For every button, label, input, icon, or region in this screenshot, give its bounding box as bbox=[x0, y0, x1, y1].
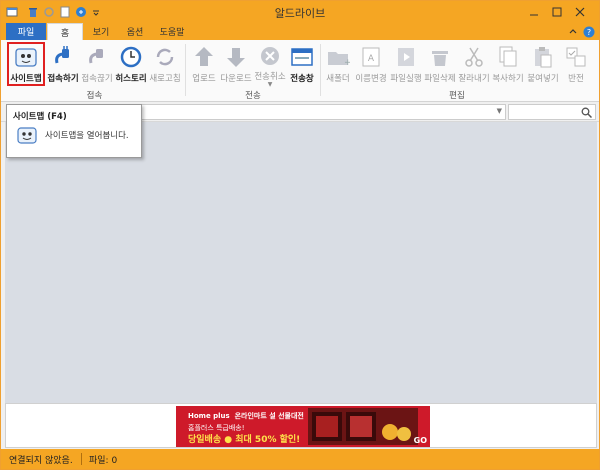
upload-label: 업로드 bbox=[192, 74, 216, 84]
transfer-window-icon bbox=[289, 44, 315, 70]
svg-text:?: ? bbox=[587, 28, 591, 37]
file-list-area[interactable] bbox=[5, 122, 597, 403]
status-separator bbox=[81, 453, 82, 465]
tab-home[interactable]: 홈 bbox=[47, 23, 83, 41]
sitemap-tooltip: 사이트맵 (F4) 사이트맵을 열어봅니다. bbox=[6, 104, 142, 158]
delete-file-label: 파일삭제 bbox=[424, 74, 456, 84]
invert-selection-icon bbox=[563, 44, 589, 70]
new-folder-icon: + bbox=[325, 44, 351, 70]
copy-icon bbox=[495, 44, 521, 70]
maximize-button[interactable] bbox=[546, 3, 568, 20]
group-label-edit: 편집 bbox=[449, 91, 465, 101]
help-icon[interactable]: ? bbox=[583, 26, 595, 38]
plug-connect-icon bbox=[50, 44, 76, 70]
trash-icon bbox=[427, 44, 453, 70]
upload-arrow-icon bbox=[191, 44, 217, 70]
copy-button[interactable]: 복사하기 bbox=[491, 42, 525, 86]
paste-icon bbox=[530, 44, 556, 70]
close-button[interactable] bbox=[569, 3, 591, 20]
disconnect-label: 접속끊기 bbox=[81, 74, 113, 84]
scissors-icon bbox=[461, 44, 487, 70]
window-title: 알드라이브 bbox=[274, 7, 326, 20]
connect-button[interactable]: 접속하기 bbox=[46, 42, 80, 86]
cut-label: 잘라내기 bbox=[458, 74, 490, 84]
refresh-icon bbox=[152, 44, 178, 70]
group-label-transfer: 전송 bbox=[245, 91, 261, 101]
paste-label: 붙여넣기 bbox=[527, 74, 559, 84]
cancel-circle-icon bbox=[257, 44, 283, 68]
title-bar: 알드라이브 bbox=[1, 1, 599, 23]
refresh-button[interactable]: 새로고침 bbox=[148, 42, 182, 86]
history-button[interactable]: 히스토리 bbox=[114, 42, 148, 86]
tooltip-title: 사이트맵 (F4) bbox=[13, 112, 67, 122]
run-file-icon bbox=[393, 44, 419, 70]
status-bar: 연결되지 않았음. 파일: 0 bbox=[1, 449, 599, 469]
transfer-window-label: 전송창 bbox=[290, 74, 314, 84]
new-folder-button[interactable]: + 새폴더 bbox=[323, 42, 353, 86]
new-folder-label: 새폴더 bbox=[326, 74, 350, 84]
sitemap-icon bbox=[17, 126, 37, 146]
disconnect-button[interactable]: 접속끊기 bbox=[80, 42, 114, 86]
paste-button[interactable]: 붙여넣기 bbox=[525, 42, 561, 86]
ribbon-separator bbox=[320, 44, 321, 96]
download-arrow-icon bbox=[223, 44, 249, 70]
invert-selection-label: 반전 bbox=[568, 74, 584, 84]
ad-area: Home plus 온라인마트 설 선물대전 홈플러스 특급배송! 당일배송 ●… bbox=[5, 403, 597, 448]
chevron-down-icon[interactable]: ▼ bbox=[497, 107, 502, 115]
connection-status: 연결되지 않았음. bbox=[9, 456, 73, 466]
collapse-ribbon-icon[interactable] bbox=[567, 26, 579, 38]
search-input[interactable] bbox=[508, 104, 596, 120]
path-input[interactable]: ▼ bbox=[141, 104, 506, 120]
tab-file[interactable]: 파일 bbox=[6, 23, 46, 40]
transfer-window-button[interactable]: 전송창 bbox=[287, 42, 317, 86]
plug-disconnect-icon bbox=[84, 44, 110, 70]
file-count: 파일: 0 bbox=[89, 456, 118, 466]
tab-view[interactable]: 보기 bbox=[83, 23, 119, 40]
group-label-connect: 접속 bbox=[86, 91, 103, 101]
connect-label: 접속하기 bbox=[47, 74, 79, 84]
search-icon[interactable] bbox=[581, 107, 593, 121]
refresh-label: 새로고침 bbox=[149, 74, 181, 84]
minimize-button[interactable] bbox=[523, 3, 545, 20]
chevron-down-icon[interactable]: ▼ bbox=[268, 82, 273, 88]
history-label: 히스토리 bbox=[115, 74, 147, 84]
ribbon-tab-row: 파일 홈 보기 옵션 도움말 ? bbox=[1, 23, 599, 41]
clock-icon bbox=[118, 44, 144, 70]
run-file-label: 파일실행 bbox=[390, 74, 422, 84]
app-window: 알드라이브 파일 홈 보기 옵션 도움말 ? 사이트맵 접속하기 접속끊기 히스… bbox=[0, 0, 600, 470]
ribbon-separator bbox=[185, 44, 186, 96]
sitemap-button[interactable]: 사이트맵 bbox=[7, 42, 45, 86]
ad-product-image bbox=[308, 408, 418, 445]
upload-button[interactable]: 업로드 bbox=[189, 42, 219, 86]
delete-file-button[interactable]: 파일삭제 bbox=[423, 42, 457, 86]
copy-label: 복사하기 bbox=[492, 74, 524, 84]
download-label: 다운로드 bbox=[220, 74, 252, 84]
rename-icon: A bbox=[358, 44, 384, 70]
rename-button[interactable]: A 이름변경 bbox=[353, 42, 389, 86]
tab-options[interactable]: 옵션 bbox=[117, 23, 153, 40]
sitemap-label: 사이트맵 bbox=[10, 74, 42, 84]
svg-text:+: + bbox=[344, 58, 350, 68]
run-file-button[interactable]: 파일실행 bbox=[389, 42, 423, 86]
ribbon: 사이트맵 접속하기 접속끊기 히스토리 새로고침 접속 업로드 다운로드 전송취… bbox=[1, 40, 599, 102]
cancel-transfer-button[interactable]: 전송취소 ▼ bbox=[253, 42, 287, 88]
ad-go-label: GO bbox=[413, 436, 427, 445]
tooltip-description: 사이트맵을 열어봅니다. bbox=[45, 131, 129, 141]
svg-text:A: A bbox=[368, 54, 375, 64]
rename-label: 이름변경 bbox=[355, 74, 387, 84]
tab-help[interactable]: 도움말 bbox=[154, 23, 190, 40]
ad-text-line2: 당일배송 ● 최대 50% 할인! bbox=[188, 435, 301, 445]
ad-banner[interactable]: Home plus 온라인마트 설 선물대전 홈플러스 특급배송! 당일배송 ●… bbox=[176, 406, 430, 447]
download-button[interactable]: 다운로드 bbox=[219, 42, 253, 86]
ad-brand: Home plus 온라인마트 설 선물대전 bbox=[188, 412, 304, 420]
ad-headline: 온라인마트 설 선물대전 bbox=[234, 412, 304, 420]
sitemap-icon bbox=[13, 46, 39, 70]
invert-selection-button[interactable]: 반전 bbox=[561, 42, 591, 86]
cut-button[interactable]: 잘라내기 bbox=[457, 42, 491, 86]
